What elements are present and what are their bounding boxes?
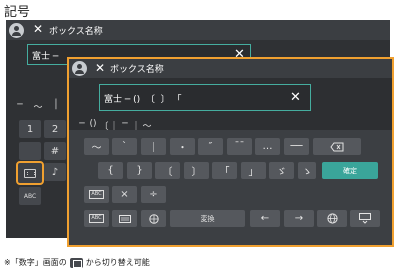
screen-title: ボックス名称 (49, 27, 103, 37)
symbol-key[interactable]: ゝ (298, 162, 316, 179)
box-name-value: 富士 ─ () 〔 〕 「 (104, 95, 185, 105)
box-name-field[interactable]: 富士 ─ () 〔 〕 「 ✕ (99, 84, 311, 111)
candidate-item[interactable]: ─ (77, 119, 87, 129)
key-blank[interactable] (19, 142, 41, 160)
globe-key[interactable] (141, 210, 166, 227)
alphabet-key-label: ABC (89, 214, 104, 223)
symbol-key[interactable]: ゞ (269, 162, 294, 179)
key-2[interactable]: 2 (44, 120, 66, 138)
symbol-key[interactable]: … (255, 138, 280, 155)
symbol-key[interactable]: × (112, 186, 137, 203)
candidate-item[interactable]: ─ (120, 119, 130, 129)
screen-title: ボックス名称 (110, 65, 164, 75)
hide-keyboard-key[interactable] (350, 210, 380, 227)
layout-key[interactable]: ABC (84, 186, 109, 203)
candidate-item[interactable]: ～ (32, 100, 44, 113)
symbol-input-screen: ✕ ボックス名称 富士 ─ () 〔 〕 「 ✕ ─ () 〔 ｜ ─ ｜ ～ … (67, 57, 394, 247)
symbol-key[interactable]: 〕 (184, 162, 209, 179)
keyboard-icon (118, 214, 131, 223)
title-bar: ✕ ボックス名称 (6, 20, 390, 40)
footnote: ※「数字」画面の から切り替え可能 (4, 257, 150, 268)
symbol-key[interactable]: 〔 (155, 162, 180, 179)
globe-icon (326, 213, 338, 224)
keyboard-switch-icon (69, 257, 83, 268)
user-avatar-icon[interactable] (9, 23, 24, 38)
symbol-key[interactable]: ── (284, 138, 309, 155)
keyboard-icon-key[interactable] (112, 210, 137, 227)
symbol-key[interactable]: ″ (198, 138, 223, 155)
key-hash[interactable]: # (44, 142, 66, 160)
arrow-right-key[interactable]: → (284, 210, 314, 227)
title-bar: ✕ ボックス名称 (69, 59, 392, 78)
symbol-key[interactable]: 」 (241, 162, 266, 179)
arrow-left-key[interactable]: ← (250, 210, 280, 227)
symbol-key[interactable]: { (98, 162, 123, 179)
page-heading: 記号 (4, 5, 31, 20)
symbol-key[interactable]: ・ (170, 138, 195, 155)
symbol-key[interactable]: } (127, 162, 152, 179)
confirm-button[interactable]: 確定 (322, 162, 378, 179)
symbol-key[interactable]: ～ (84, 138, 109, 155)
footnote-prefix: ※「数字」画面の (4, 258, 67, 267)
symbol-key[interactable]: 「 (212, 162, 237, 179)
symbol-key[interactable]: ¯¯ (227, 138, 252, 155)
layout-key[interactable]: ABC (19, 187, 41, 205)
close-icon[interactable]: ✕ (33, 22, 43, 36)
symbol-switch-key[interactable] (16, 161, 44, 185)
candidate-item[interactable]: │ (50, 100, 62, 110)
alphabet-key[interactable]: ABC (84, 210, 109, 227)
key-1[interactable]: 1 (19, 120, 41, 138)
symbol-key[interactable]: ˋ (112, 138, 137, 155)
web-key[interactable] (317, 210, 347, 227)
globe-icon (148, 213, 159, 224)
symbol-keyboard: ～ ˋ ｜ ・ ″ ¯¯ … ── { } 〔 〕 「 」 ゞ ゝ ヾ 確定 A… (69, 130, 392, 245)
convert-key[interactable]: 変換 (170, 210, 245, 227)
candidate-item[interactable]: () (87, 119, 99, 129)
layout-key-label: ABC (23, 192, 37, 200)
key-music[interactable]: ♪ (44, 163, 66, 181)
clear-icon[interactable]: ✕ (290, 91, 301, 104)
keyboard-hide-icon (359, 213, 371, 224)
footnote-suffix: から切り替え可能 (85, 258, 150, 267)
keyboard-switch-icon (24, 168, 36, 178)
close-icon[interactable]: ✕ (95, 61, 105, 75)
symbol-key[interactable]: ｜ (141, 138, 166, 155)
user-avatar-icon[interactable] (72, 61, 87, 76)
box-name-value: 富士 ─ (32, 52, 59, 62)
backspace-key[interactable] (313, 138, 361, 155)
candidate-item[interactable]: ─ (14, 100, 26, 110)
layout-key-label: ABC (89, 190, 104, 199)
symbol-key[interactable]: ÷ (141, 186, 166, 203)
backspace-icon (330, 142, 344, 151)
